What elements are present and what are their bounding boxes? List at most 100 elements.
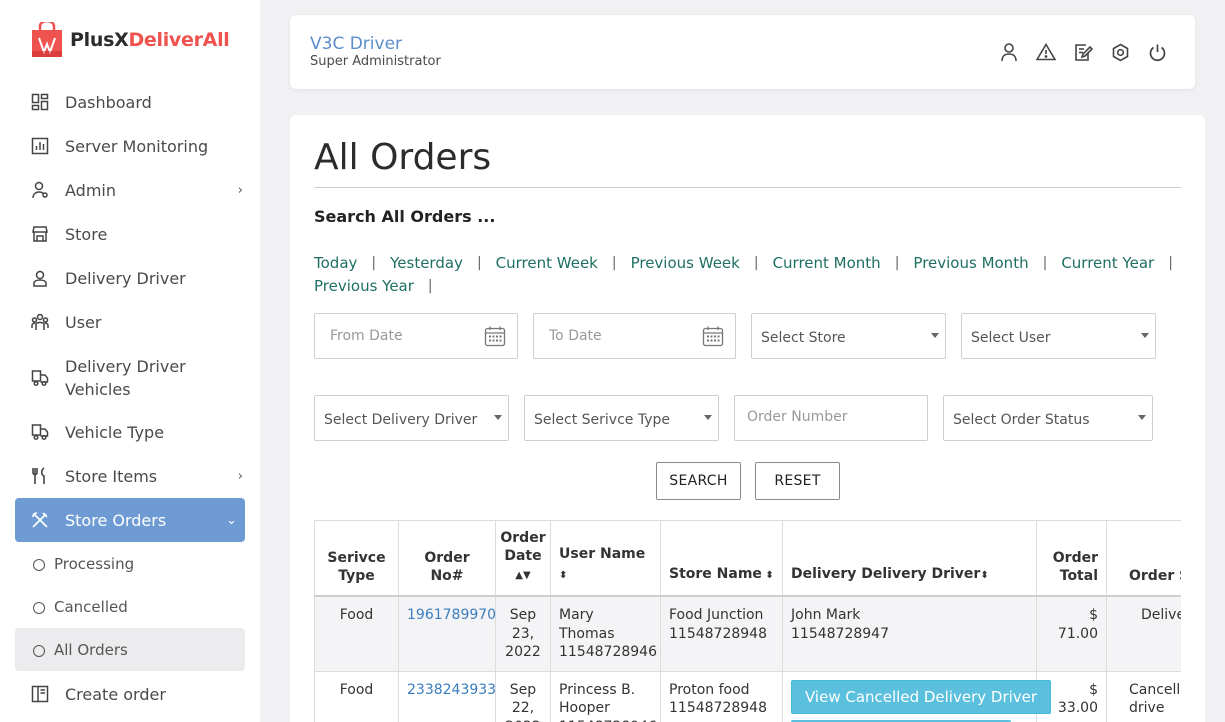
circle-icon: [33, 645, 45, 657]
sidebar-item-store-orders[interactable]: Store Orders ⌄: [15, 498, 245, 542]
select-store-dropdown[interactable]: Select Store: [751, 313, 946, 359]
select-user-dropdown[interactable]: Select User: [961, 313, 1156, 359]
sidebar-subitem-label: Cancelled: [54, 597, 128, 616]
order-number-link[interactable]: 1961789970: [407, 607, 496, 623]
cell-order-no: 2338243933: [398, 670, 496, 722]
edit-note-icon[interactable]: [1073, 42, 1093, 62]
filter-previous-year[interactable]: Previous Year: [314, 277, 414, 295]
filter-yesterday[interactable]: Yesterday: [390, 254, 463, 272]
search-heading: Search All Orders ...: [314, 207, 496, 226]
filter-current-month[interactable]: Current Month: [773, 254, 881, 272]
orders-table: Serivce Type Order No# Order Date ▲▼ User…: [314, 520, 1181, 722]
sidebar-item-label: Store Items: [65, 466, 158, 486]
chevron-down-icon: ⌄: [226, 512, 237, 528]
col-order-date-label: Order Date: [500, 530, 546, 564]
sidebar-subitem-processing[interactable]: Processing: [15, 542, 245, 585]
select-service-type-value: Select Serivce Type: [534, 412, 670, 428]
sidebar-item-vehicle-type[interactable]: Vehicle Type: [15, 420, 245, 444]
sidebar-item-store[interactable]: Store: [15, 222, 245, 246]
sidebar-item-label: Store: [65, 224, 108, 244]
chart-icon: [30, 136, 50, 156]
user-icon[interactable]: [999, 42, 1019, 62]
order-number-placeholder: Order Number: [747, 409, 848, 425]
sort-icon: ⬍: [980, 570, 989, 581]
cell-order-status: Delive: [1106, 595, 1181, 672]
cell-store: Food Junction 11548728948: [660, 595, 783, 672]
sort-icon: ⬍: [559, 570, 568, 581]
col-order-status: Order St: [1106, 520, 1181, 597]
col-store-name[interactable]: Store Name ⬍: [660, 520, 783, 597]
sidebar-item-user[interactable]: User: [15, 310, 245, 334]
sidebar-subitem-label: All Orders: [54, 640, 128, 659]
sidebar-item-delivery-driver-vehicles[interactable]: Delivery Driver Vehicles: [15, 354, 245, 402]
sidebar-item-delivery-driver[interactable]: Delivery Driver: [15, 266, 245, 290]
separator: |: [427, 278, 433, 294]
select-order-status-dropdown[interactable]: Select Order Status: [943, 395, 1153, 441]
cell-user: Princess B. Hooper11548728946: [550, 670, 661, 722]
cell-order-no: 1961789970: [398, 595, 496, 672]
separator: |: [1168, 255, 1173, 271]
brand-logo[interactable]: PlusXDeliverAll: [30, 19, 230, 58]
order-number-input[interactable]: Order Number: [734, 395, 928, 441]
admin-user-icon: [30, 180, 50, 200]
view-cancelled-driver-button[interactable]: View Cancelled Delivery Driver: [791, 679, 1052, 714]
caret-down-icon: [931, 333, 939, 338]
sidebar-item-dashboard[interactable]: Dashboard: [15, 90, 245, 114]
cell-service-type: Food: [314, 595, 399, 672]
sidebar-item-label: Delivery Driver: [65, 268, 186, 288]
cell-driver: View Cancelled Delivery Driver: [782, 670, 1052, 722]
caret-down-icon: [1141, 333, 1149, 338]
separator: |: [753, 255, 759, 271]
select-service-type-dropdown[interactable]: Select Serivce Type: [524, 395, 719, 441]
separator: |: [611, 255, 617, 271]
quick-date-filters-row2: Previous Year |: [314, 277, 447, 295]
filter-current-year[interactable]: Current Year: [1061, 254, 1154, 272]
sidebar-item-server-monitoring[interactable]: Server Monitoring: [15, 134, 245, 158]
warning-icon[interactable]: [1036, 42, 1056, 62]
calendar-icon[interactable]: [484, 325, 506, 351]
table-header-row: Serivce Type Order No# Order Date ▲▼ User…: [314, 520, 1181, 597]
sort-icon: ⬍: [761, 570, 774, 581]
filter-previous-month[interactable]: Previous Month: [913, 254, 1028, 272]
sidebar-subitem-cancelled[interactable]: Cancelled: [15, 585, 245, 628]
sidebar-item-create-order[interactable]: Create order: [15, 682, 245, 706]
reset-button[interactable]: RESET: [755, 462, 840, 500]
sidebar-item-store-items[interactable]: Store Items ›: [15, 464, 245, 488]
from-date-input[interactable]: From Date: [314, 313, 518, 359]
settings-icon[interactable]: [1110, 42, 1130, 62]
select-driver-dropdown[interactable]: Select Delivery Driver: [314, 395, 509, 441]
filter-previous-week[interactable]: Previous Week: [631, 254, 740, 272]
col-user-name-label: User Name: [559, 546, 646, 562]
filter-current-week[interactable]: Current Week: [496, 254, 598, 272]
store-name: Proton food: [669, 681, 750, 698]
sort-icon: ▲▼: [515, 570, 531, 581]
sidebar-item-admin[interactable]: Admin ›: [15, 178, 245, 202]
cell-order-total: $ 71.00: [1036, 595, 1107, 672]
col-order-total: Order Total: [1036, 520, 1107, 597]
orders-table-container: Serivce Type Order No# Order Date ▲▼ User…: [314, 520, 1181, 722]
caret-down-icon: [494, 415, 502, 420]
truck-icon: [30, 368, 50, 388]
separator: |: [371, 255, 377, 271]
sidebar-item-label: Create order: [65, 684, 166, 704]
separator: |: [1042, 255, 1048, 271]
store-icon: [30, 224, 50, 244]
power-icon[interactable]: [1147, 42, 1167, 62]
order-number-link[interactable]: 2338243933: [407, 682, 496, 698]
filter-today[interactable]: Today: [314, 254, 357, 272]
cell-store: Proton food 11548728948: [660, 670, 783, 722]
table-row: Food 1961789970 Sep 23, 2022 Mary Thomas…: [314, 595, 1181, 672]
separator: |: [894, 255, 900, 271]
calendar-icon[interactable]: [702, 325, 724, 351]
col-order-no[interactable]: Order No#: [398, 520, 496, 597]
search-button[interactable]: SEARCH: [656, 462, 741, 500]
to-date-input[interactable]: To Date: [533, 313, 736, 359]
col-order-date[interactable]: Order Date ▲▼: [495, 520, 551, 597]
driver-icon: [30, 268, 50, 288]
cell-order-date: Sep 23, 2022: [495, 595, 551, 672]
sidebar-item-label: Admin: [65, 180, 116, 200]
col-user-name[interactable]: User Name ⬍: [550, 520, 661, 597]
current-user-name: V3C Driver: [310, 34, 403, 54]
col-driver[interactable]: Delivery Delivery Driver⬍: [782, 520, 1037, 597]
sidebar-subitem-all-orders[interactable]: All Orders: [15, 628, 245, 671]
